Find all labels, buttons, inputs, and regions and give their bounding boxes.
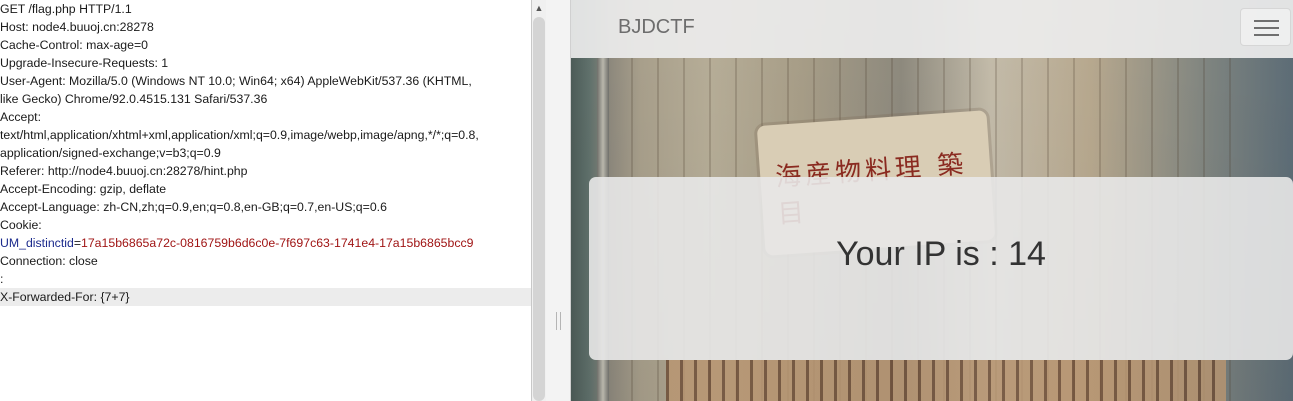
request-line-6[interactable]: like Gecko) Chrome/92.0.4515.131 Safari/… <box>0 90 531 108</box>
request-line-1[interactable]: GET /flag.php HTTP/1.1 <box>0 0 531 18</box>
splitter-grip-icon[interactable] <box>556 312 561 330</box>
request-line-4[interactable]: Upgrade-Insecure-Requests: 1 <box>0 54 531 72</box>
navbar: BJDCTF <box>571 0 1293 58</box>
request-line-2[interactable]: Host: node4.buuoj.cn:28278 <box>0 18 531 36</box>
hamburger-bar-top <box>1254 20 1279 22</box>
editor-scrollbar[interactable]: ▲ <box>531 0 546 401</box>
cookie-name: UM_distinctid <box>0 236 74 250</box>
request-editor[interactable]: GET /flag.php HTTP/1.1 Host: node4.buuoj… <box>0 0 531 401</box>
ip-card: Your IP is : 14 <box>589 177 1293 360</box>
cookie-value: 17a15b6865a72c-0816759b6d6c0e-7f697c63-1… <box>81 236 474 250</box>
request-line-connection[interactable]: Connection: close <box>0 252 531 270</box>
request-line-12[interactable]: Accept-Language: zh-CN,zh;q=0.9,en;q=0.8… <box>0 198 531 216</box>
request-line-9[interactable]: application/signed-exchange;v=b3;q=0.9 <box>0 144 531 162</box>
hamburger-bar-middle <box>1254 27 1279 29</box>
scrollbar-thumb[interactable] <box>533 17 545 401</box>
navbar-brand[interactable]: BJDCTF <box>618 16 695 39</box>
request-line-10[interactable]: Referer: http://node4.buuoj.cn:28278/hin… <box>0 162 531 180</box>
request-line-7[interactable]: Accept: <box>0 108 531 126</box>
ip-message: Your IP is : 14 <box>836 235 1046 273</box>
up-arrow-icon[interactable]: ▲ <box>532 0 546 16</box>
cookie-equals: = <box>73 236 81 250</box>
background-shopfront <box>666 360 1226 401</box>
response-render-pane: 海産物料理 築目 BJDCTF Your IP is : 14 <box>571 0 1293 401</box>
cookie-line[interactable]: UM_distinctid=17a15b6865a72c-0816759b6d6… <box>0 234 531 252</box>
hamburger-bar-bottom <box>1254 34 1279 36</box>
request-line-blank[interactable]: : <box>0 270 531 288</box>
request-line-active[interactable]: X-Forwarded-For: {7+7} <box>0 288 531 306</box>
hamburger-menu-icon[interactable] <box>1240 8 1291 46</box>
request-line-13[interactable]: Cookie: <box>0 216 531 234</box>
request-line-8[interactable]: text/html,application/xhtml+xml,applicat… <box>0 126 531 144</box>
request-line-11[interactable]: Accept-Encoding: gzip, deflate <box>0 180 531 198</box>
pane-divider[interactable] <box>546 0 571 401</box>
request-line-3[interactable]: Cache-Control: max-age=0 <box>0 36 531 54</box>
request-line-5[interactable]: User-Agent: Mozilla/5.0 (Windows NT 10.0… <box>0 72 531 90</box>
